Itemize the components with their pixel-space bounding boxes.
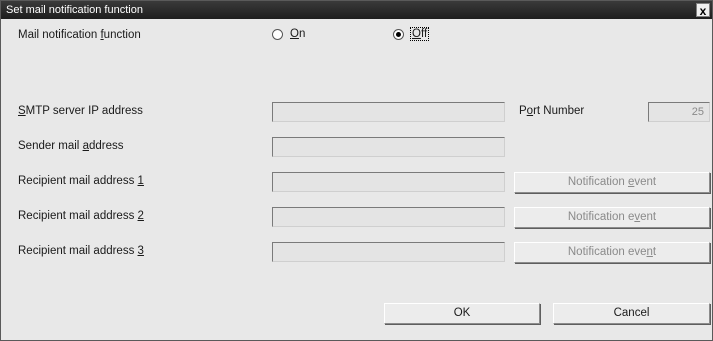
window-title: Set mail notification function — [6, 4, 143, 16]
port-number-input[interactable] — [648, 102, 710, 122]
recipient-3-label: Recipient mail address 3 — [18, 245, 144, 257]
recipient-1-input[interactable] — [272, 172, 505, 192]
radio-icon[interactable] — [393, 28, 404, 40]
recipient-2-input[interactable] — [272, 207, 505, 227]
smtp-ip-input[interactable] — [272, 102, 505, 122]
recipient-3-input[interactable] — [272, 242, 505, 262]
recipient-1-label: Recipient mail address 1 — [18, 175, 144, 187]
dialog-window: Set mail notification function x Mail no… — [0, 0, 713, 341]
notification-event-2-button[interactable]: Notification event — [514, 207, 710, 228]
radio-off-label: Off — [409, 27, 430, 41]
sender-address-input[interactable] — [272, 137, 505, 157]
cancel-button[interactable]: Cancel — [553, 303, 710, 324]
ok-button[interactable]: OK — [384, 303, 540, 324]
mail-notification-label: Mail notification function — [18, 29, 141, 41]
notification-event-1-button[interactable]: Notification event — [514, 172, 710, 193]
port-label: Port Number — [519, 105, 585, 117]
smtp-label: SMTP server IP address — [18, 105, 143, 117]
radio-off[interactable]: Off — [393, 27, 430, 41]
close-icon[interactable]: x — [696, 3, 710, 18]
radio-on[interactable]: On — [272, 28, 305, 40]
radio-on-label: On — [290, 28, 306, 40]
sender-label: Sender mail address — [18, 140, 124, 152]
notification-event-3-button[interactable]: Notification event — [514, 242, 710, 263]
radio-icon[interactable] — [272, 28, 283, 40]
recipient-2-label: Recipient mail address 2 — [18, 210, 144, 222]
title-bar: Set mail notification function x — [1, 1, 712, 19]
